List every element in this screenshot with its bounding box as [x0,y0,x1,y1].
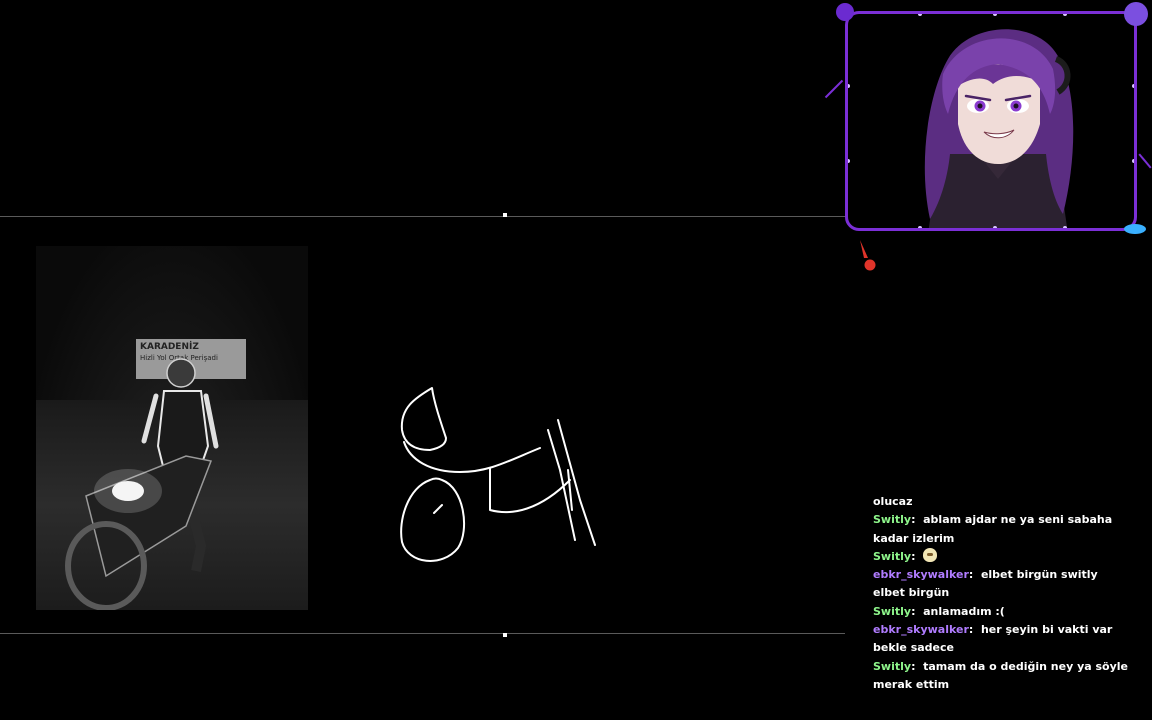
chat-message: Switly: [873,547,1133,566]
motorcycle-photo: KARADENİZ Hizli Yol Ortak Perişadi [36,246,308,610]
frame-dot [1063,14,1067,16]
chat-message-text: olucaz [873,495,913,508]
chat-username: ebkr_skywalker [873,623,969,637]
chat-message: ebkr_skywalker: elbet birgün switly elbe… [873,568,1098,600]
canvas-guide-bottom-handle[interactable] [503,633,507,637]
drawing-strokes [400,387,596,562]
chat-username: Switly [873,549,912,563]
chat-message: ebkr_skywalker: her şeyin bi vakti var b… [873,623,1113,655]
frame-dot [993,14,997,16]
frame-dot [848,159,850,163]
webcam-corner-ornament [1124,224,1146,234]
webcam-corner-ornament [836,3,854,21]
frame-dot [1132,84,1134,88]
chat-message-text: anlamadım :( [923,604,1005,618]
chat-username: Switly [873,604,912,618]
canvas-guide-bottom [0,633,845,634]
vtuber-webcam-frame [845,11,1137,231]
chat-message: Switly: tamam da o dediğin ney ya söyle … [873,659,1128,691]
blob-emote-icon [923,547,938,562]
chat-username: Switly [873,513,912,527]
laser-pointer-icon [860,240,876,271]
frame-dot [993,226,997,228]
rider-silhouette [65,358,219,610]
frame-dot [1063,226,1067,228]
webcam-frame-decoration-right [1138,153,1152,169]
chat-message: Switly: anlamadım :( [873,604,1005,618]
chat-message: olucaz [873,493,1133,511]
webcam-frame-decoration-left [824,79,844,99]
frame-dot [918,226,922,228]
vtuber-avatar [924,29,1074,228]
chat-username: ebkr_skywalker [873,568,969,582]
canvas-guide-top-handle[interactable] [503,213,507,217]
chat-overlay: olucaz Switly: ablam ajdar ne ya seni sa… [873,493,1133,694]
webcam-corner-ornament [1124,2,1148,26]
frame-dot [1132,159,1134,163]
frame-dot [918,14,922,16]
chat-username: Switly [873,659,912,673]
frame-dot [848,84,850,88]
chat-message: Switly: ablam ajdar ne ya seni sabaha ka… [873,513,1113,545]
canvas-guide-top [0,216,845,217]
